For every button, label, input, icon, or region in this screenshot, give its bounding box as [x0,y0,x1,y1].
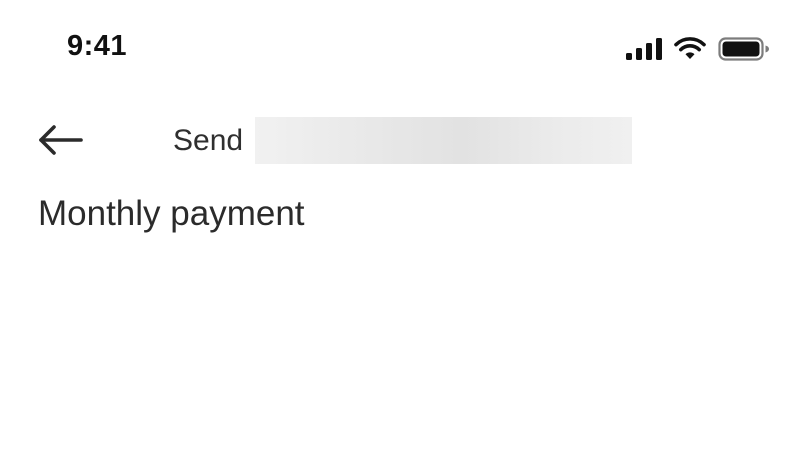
wifi-icon [674,37,706,61]
back-button[interactable] [30,118,90,166]
arrow-left-icon [37,123,83,162]
status-icons [626,36,770,62]
status-bar: 9:41 [0,0,800,96]
cellular-signal-icon [626,38,662,60]
recipient-name-redacted [255,117,632,164]
page-title: Monthly payment [38,194,305,233]
status-time: 9:41 [67,30,128,62]
header: Send [0,110,800,174]
battery-icon [718,37,770,61]
send-label: Send [173,124,244,157]
